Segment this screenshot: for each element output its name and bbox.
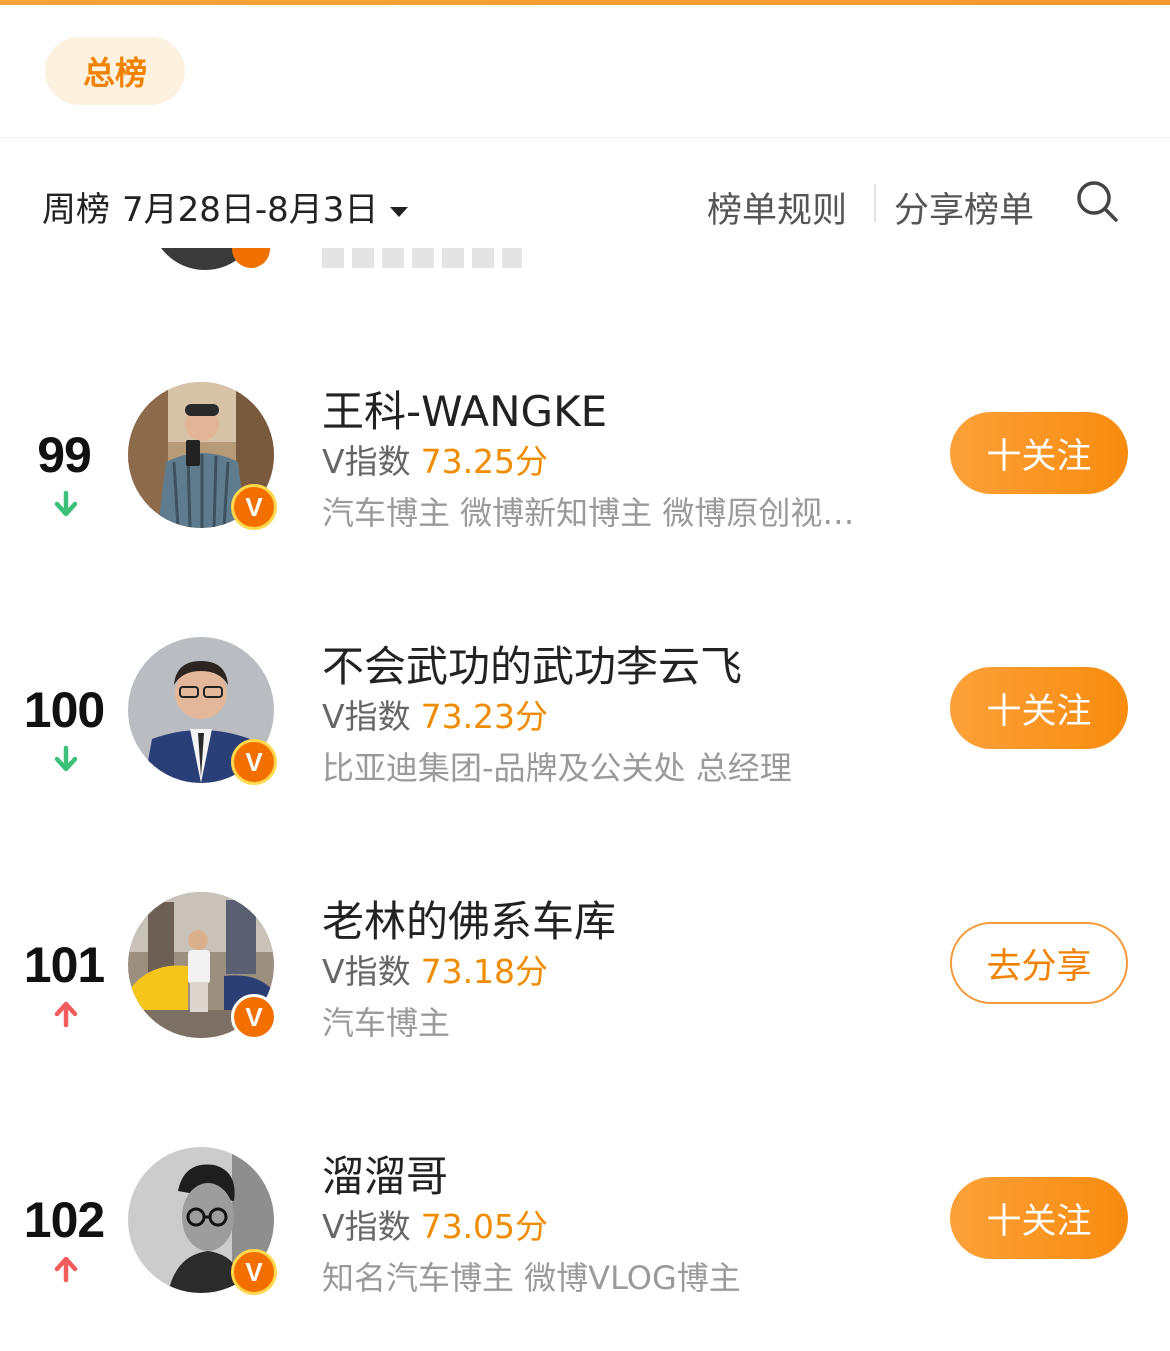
v-index: V指数 73.25分 [322,435,548,483]
rank-number: 102 [23,1192,105,1248]
blogger-name[interactable]: 溜溜哥 [322,1143,448,1204]
rules-link[interactable]: 榜单规则 [707,182,847,233]
share-ranking-link[interactable]: 分享榜单 [894,182,1034,233]
follow-button[interactable]: 十关注 [950,667,1128,749]
v-index-label: V指数 [322,442,411,481]
list-item[interactable]: 102 V 溜溜哥 V指数 73.05分 知名汽车博主 微博VLOG博主 十关注 [0,1013,1170,1297]
v-index-value: 73.18分 [420,952,549,991]
v-index-label: V指数 [322,697,411,736]
list-item[interactable]: 99 V 王科-WANGKE V指数 73.25分 汽车博主 微博新知博主 微博原… [0,248,1170,532]
v-index: V指数 73.05分 [322,1200,548,1248]
v-index: V指数 73.18分 [322,945,548,993]
list-item[interactable]: 100 V 不会武功的武功李云飞 V指数 73.23分 比亚迪集团-品牌及公关处 … [0,503,1170,787]
rank-number: 101 [23,937,105,993]
filter-bar: 周榜 7月28日-8月3日 榜单规则 分享榜单 [0,138,1170,248]
v-index-label: V指数 [322,1207,411,1246]
share-button[interactable]: 去分享 [950,922,1128,1004]
divider [874,184,876,222]
blogger-name[interactable]: 不会武功的武功李云飞 [322,633,742,694]
follow-button[interactable]: 十关注 [950,412,1128,494]
blogger-name[interactable]: 老林的佛系车库 [322,888,616,949]
search-icon[interactable] [1074,178,1120,224]
blogger-description: 知名汽车博主 微博VLOG博主 [322,1259,741,1297]
tab-overall[interactable]: 总榜 [45,37,185,105]
caret-down-icon [390,206,409,217]
rank-number: 99 [37,427,92,483]
period-selector[interactable]: 周榜 7月28日-8月3日 [42,182,409,231]
follow-button[interactable]: 十关注 [950,1177,1128,1259]
blogger-name[interactable]: 王科-WANGKE [322,378,607,439]
v-index-value: 73.23分 [420,697,549,736]
v-index-value: 73.25分 [420,442,549,481]
verified-v-badge-icon: V [231,1249,277,1295]
date-range: 7月28日-8月3日 [122,190,379,230]
ranking-tab-bar: 总榜 [0,5,1170,138]
rank-number: 100 [23,682,105,738]
period-label: 周榜 [42,190,110,230]
list-item[interactable]: 101 V 老林的佛系车库 V指数 73.18分 汽车博主 去分享 [0,758,1170,1042]
v-index-label: V指数 [322,952,411,991]
ranking-list: 99 V 王科-WANGKE V指数 73.25分 汽车博主 微博新知博主 微博原… [0,248,1170,1351]
v-index: V指数 73.23分 [322,690,548,738]
arrow-up-icon [54,1256,78,1283]
v-index-value: 73.05分 [420,1207,549,1246]
